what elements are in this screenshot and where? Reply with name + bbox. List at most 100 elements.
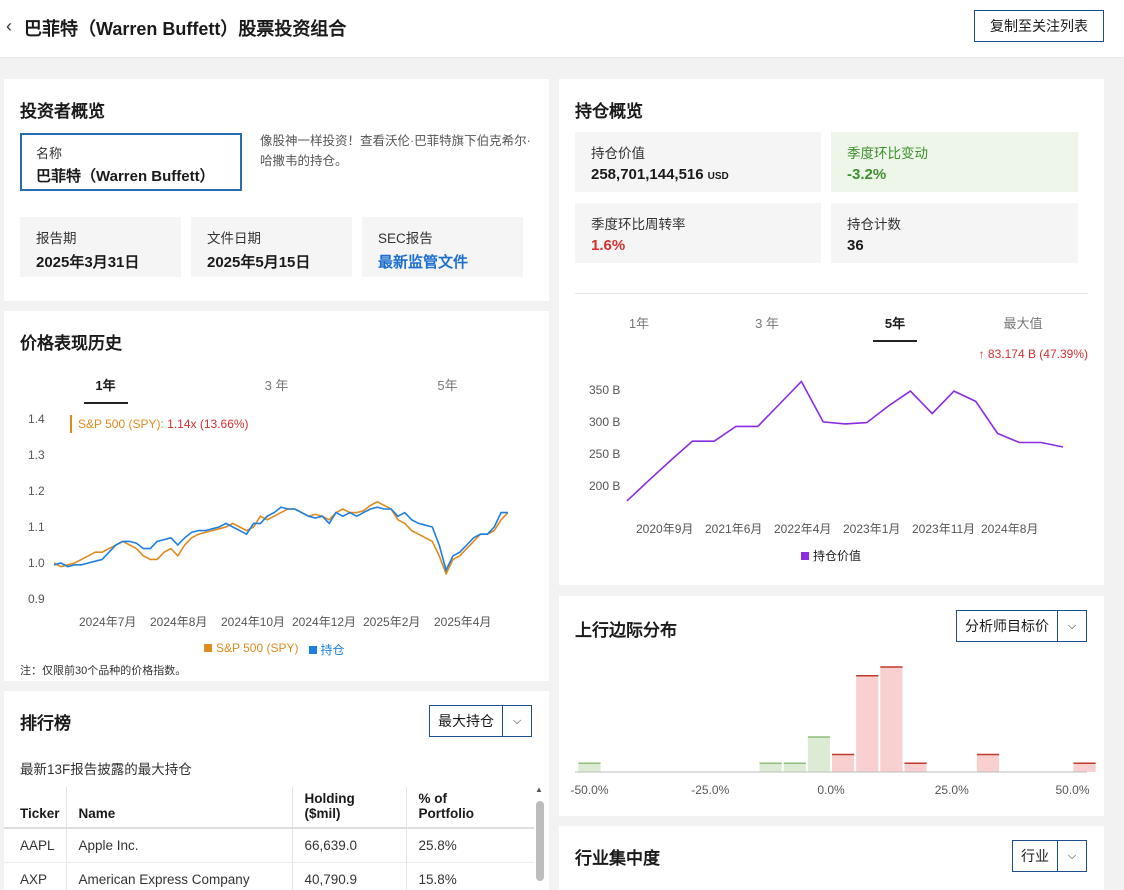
x-tick-label: 0.0% [817,783,845,797]
chevron-down-icon: ⌵ [1067,850,1077,862]
histogram-bar [976,754,1000,772]
price-legend: S&P 500 (SPY) 持仓 [204,641,345,658]
cell-name: Apple Inc. [65,828,292,863]
y-tick-label: 250 B [589,447,620,461]
turnover-label: 季度环比周转率 [591,217,686,232]
tab-price-5y[interactable]: 5年 [362,375,533,394]
tab-holdings-5y[interactable]: 5年 [831,313,959,332]
y-tick-label: 1.0 [28,556,45,570]
upside-metric-dropdown[interactable]: 分析师目标价 ⌵ [956,610,1087,642]
upside-distribution-card: 上行边际分布 分析师目标价 ⌵ -50.0% -25.0% 0.0% 25.0% 50.… [559,596,1104,816]
tab-holdings-max[interactable]: 最大值 [959,313,1087,332]
histogram-bar [1073,763,1096,772]
price-note: 注：仅限前30个品种的价格指数。 [20,665,187,677]
ranking-card: 排行榜 最大持仓 ⌵ 最新13F报告披露的最大持仓 Ticker Name Ho… [4,691,549,890]
price-history-title: 价格表现历史 [20,334,122,353]
x-tick-label: 2024年12月 [292,615,356,629]
holdings-legend-item: 持仓价值 [801,547,861,564]
tab-price-1y[interactable]: 1年 [20,375,191,394]
histogram-bar [578,763,601,772]
holdings-value-stat: 持仓价值 258,701,144,516 USD [575,132,821,192]
industry-dropdown[interactable]: 行业 ⌵ [1012,840,1087,872]
investor-overview-card: 投资者概览 名称 巴菲特（Warren Buffett） 像股神一样投资！查看沃… [4,79,549,301]
tab-holdings-1y[interactable]: 1年 [575,313,703,332]
price-legend-holdings: 持仓 [308,641,345,658]
holdings-legend-swatch [801,552,809,560]
investor-name-box: 名称 巴菲特（Warren Buffett） [20,133,242,191]
cell-holding: 66,639.0 [291,828,406,863]
y-tick-label: 1.2 [28,484,45,498]
qoq-change-label: 季度环比变动 [847,146,928,161]
y-tick-label: 1.3 [28,448,45,462]
industry-dropdown-label: 行业 [1013,841,1058,871]
histogram-bar [807,737,830,772]
holdings-legend-label: 持仓价值 [813,549,862,563]
ranking-dropdown[interactable]: 最大持仓 ⌵ [429,705,532,737]
table-row[interactable]: AXP American Express Company 40,790.9 15… [4,862,534,890]
latest-filing-link[interactable]: 最新监管文件 [378,251,507,272]
y-tick-label: 300 B [589,415,620,429]
holdings-count-label: 持仓计数 [847,217,901,232]
industry-card: 行业集中度 行业 ⌵ [559,826,1104,890]
tab-price-3y[interactable]: 3 年 [191,375,362,394]
scroll-up-icon[interactable]: ▲ [535,785,543,794]
ranking-scrollbar[interactable]: ▲ [534,781,544,890]
report-period-value: 2025年3月31日 [36,254,140,271]
price-legend-spy: S&P 500 (SPY) [204,641,299,658]
histogram-bar [856,675,879,772]
holdings-value-number: 258,701,144,516 [591,166,704,183]
x-tick-label: 2025年2月 [363,615,420,629]
upside-histogram: -50.0% -25.0% 0.0% 25.0% 50.0% [570,666,1096,797]
col-ticker[interactable]: Ticker [4,787,66,829]
cell-ticker: AAPL [4,828,66,863]
y-tick-label: 1.4 [28,412,45,426]
filing-date-stat: 文件日期 2025年5月15日 [191,217,352,277]
holdings-overview-title: 持仓概览 [575,102,643,121]
x-tick-label: -50.0% [570,783,608,797]
x-tick-label: 2024年7月 [79,615,136,629]
holdings-legend-swatch-blue [308,646,317,654]
report-period-stat: 报告期 2025年3月31日 [20,217,181,277]
histogram-bar [904,763,927,772]
x-tick-label: 2021年6月 [705,522,762,536]
back-chevron-icon[interactable]: ‹ [6,16,12,37]
x-tick-label: -25.0% [691,783,729,797]
col-name[interactable]: Name [65,787,292,829]
holdings-value-label: 持仓价值 [591,146,645,161]
tab-holdings-3y[interactable]: 3 年 [703,313,831,332]
x-tick-label: 2024年8月 [150,615,207,629]
cell-name: American Express Company [65,862,292,890]
histogram-bar [832,754,855,772]
series-line [53,506,508,573]
copy-to-watchlist-button[interactable]: 复制至关注列表 [974,10,1104,42]
y-tick-label: 0.9 [28,592,45,606]
ranking-dropdown-label: 最大持仓 [430,706,503,736]
table-row[interactable]: AAPL Apple Inc. 66,639.0 25.8% [4,828,534,863]
x-tick-label: 2020年9月 [636,522,693,536]
holdings-change-text: ↑ 83.174 B (47.39%) [978,347,1088,361]
holdings-value-chart: 200 B 250 B 300 B 350 B 2020年9月 2021年6月 2022年4… [589,380,1064,536]
ranking-table: Ticker Name Holding ($mil) % of Portfoli… [4,787,534,890]
holdings-value-unit: USD [707,171,729,182]
ranking-title: 排行榜 [20,714,71,733]
top-bar: ‹ 巴菲特（Warren Buffett）股票投资组合 复制至关注列表 [0,0,1124,58]
holdings-value: 258,701,144,516 USD [591,166,805,183]
x-tick-label: 50.0% [1055,783,1089,797]
qoq-change-value: -3.2% [847,166,887,183]
cell-portfolio-pct: 25.8% [405,828,534,863]
holdings-overview-card: 持仓概览 持仓价值 258,701,144,516 USD 季度环比变动 -3.2… [559,79,1104,585]
chevron-down-icon: ⌵ [512,715,522,727]
filing-date-value: 2025年5月15日 [207,254,311,271]
qoq-change-stat: 季度环比变动 -3.2% [831,132,1078,192]
col-portfolio-pct[interactable]: % of Portfolio [405,787,534,829]
y-tick-label: 1.1 [28,520,45,534]
holdings-line-legend-label: 持仓 [320,643,345,657]
col-holding[interactable]: Holding ($mil) [291,787,406,829]
x-tick-label: 25.0% [935,783,969,797]
x-tick-label: 2025年4月 [434,615,491,629]
price-range-tabs: 1年 3 年 5年 [20,375,533,394]
cell-holding: 40,790.9 [291,862,406,890]
scrollbar-thumb[interactable] [536,801,544,881]
ranking-subtitle: 最新13F报告披露的最大持仓 [20,762,192,777]
sec-report-stat: SEC报告 最新监管文件 [362,217,523,277]
